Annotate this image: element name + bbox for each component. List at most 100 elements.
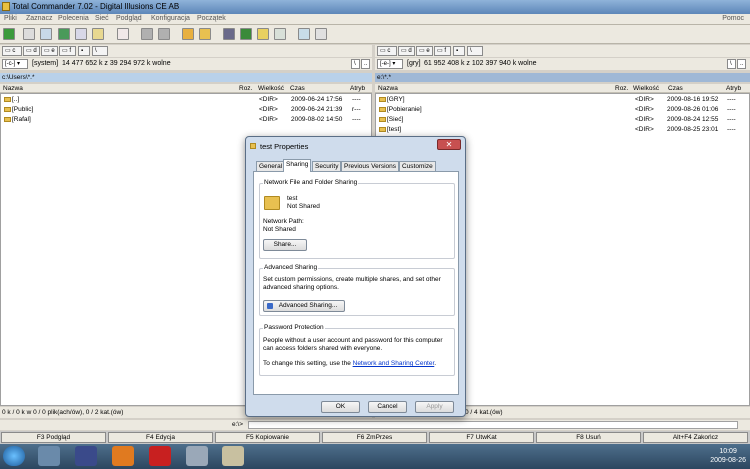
left-root-button[interactable]: \ — [92, 46, 108, 56]
col-attr[interactable]: Atryb — [350, 84, 365, 93]
left-drive-select[interactable]: [-c-] ▾ — [2, 59, 28, 69]
f6-move-button[interactable]: F6 ZmPrzes — [322, 432, 427, 443]
forward-icon[interactable] — [158, 28, 170, 40]
alt-f4-exit-button[interactable]: Alt+F4 Zakończ — [643, 432, 748, 443]
f7-mkdir-button[interactable]: F7 UtwKat — [429, 432, 534, 443]
unpack-icon[interactable] — [199, 28, 211, 40]
tab-previous-versions[interactable]: Previous Versions — [341, 161, 400, 171]
save-icon[interactable] — [75, 446, 97, 466]
thumbnails-icon[interactable] — [58, 28, 70, 40]
f3-view-button[interactable]: F3 Podgląd — [1, 432, 106, 443]
col-name-right[interactable]: Nazwa — [378, 84, 398, 93]
properties-dialog: test Properties ✕ General Sharing Securi… — [245, 136, 466, 417]
refresh-icon[interactable] — [3, 28, 15, 40]
advanced-sharing-description: Set custom permissions, create multiple … — [263, 276, 441, 291]
menu-pliki[interactable]: Pliki — [4, 15, 17, 22]
command-input[interactable] — [248, 421, 738, 429]
network-icon[interactable] — [315, 28, 327, 40]
col-size[interactable]: Wielkość — [258, 84, 284, 93]
f4-edit-button[interactable]: F4 Edycja — [108, 432, 213, 443]
find-icon[interactable] — [223, 28, 235, 40]
tab-security[interactable]: Security — [312, 161, 342, 171]
search-icon[interactable] — [298, 28, 310, 40]
command-line[interactable]: e:\> — [0, 420, 750, 430]
right-root-icon[interactable]: \ — [727, 59, 736, 69]
firefox-icon[interactable] — [112, 446, 134, 466]
close-button[interactable]: ✕ — [437, 139, 461, 150]
drive-button-f-right[interactable]: ▭ f — [434, 46, 451, 56]
left-up-icon[interactable]: .. — [361, 59, 370, 69]
col-ext-right[interactable]: Roz. — [615, 84, 628, 93]
right-drive-select[interactable]: [-e-] ▾ — [377, 59, 403, 69]
view3-icon[interactable] — [92, 28, 104, 40]
menu-podglad[interactable]: Podgląd — [116, 15, 142, 22]
left-free-space: 14 477 652 k z 39 294 972 k wolne — [62, 60, 171, 67]
tab-customize[interactable]: Customize — [399, 161, 436, 171]
right-root-button[interactable]: \ — [467, 46, 483, 56]
left-volume-label: [system] — [32, 60, 59, 67]
drive-button-e-right[interactable]: ▭ e — [416, 46, 433, 56]
advanced-sharing-button[interactable]: Advanced Sharing... — [263, 300, 345, 312]
drive-button-f[interactable]: ▭ f — [59, 46, 76, 56]
apply-button[interactable]: Apply — [415, 401, 454, 413]
table-row[interactable]: [..] <DIR> 2009-06-24 17:56 ---- — [1, 95, 371, 105]
start-button[interactable] — [3, 446, 25, 466]
right-up-icon[interactable]: .. — [737, 59, 746, 69]
view2-icon[interactable] — [75, 28, 87, 40]
col-date[interactable]: Czas — [290, 84, 305, 93]
table-row[interactable]: [GRY] <DIR> 2009-08-16 19:52 ---- — [376, 95, 749, 105]
col-date-right[interactable]: Czas — [668, 84, 683, 93]
drive-button-d[interactable]: ▭ d — [23, 46, 40, 56]
share-button[interactable]: Share... — [263, 239, 307, 251]
col-name[interactable]: Nazwa — [3, 84, 23, 93]
right-path[interactable]: e:\*.* — [375, 73, 750, 82]
tab-general[interactable]: General — [256, 161, 286, 171]
explorer-icon[interactable] — [38, 446, 60, 466]
network-sharing-center-link[interactable]: Network and Sharing Center — [353, 360, 435, 367]
paint-icon[interactable] — [222, 446, 244, 466]
col-size-right[interactable]: Wielkość — [633, 84, 659, 93]
ok-button[interactable]: OK — [321, 401, 360, 413]
drive-button-e[interactable]: ▭ e — [41, 46, 58, 56]
clock[interactable]: 10:09 2009-08-26 — [710, 447, 746, 465]
f8-delete-button[interactable]: F8 Usuń — [536, 432, 641, 443]
sync-icon[interactable] — [257, 28, 269, 40]
tree-icon[interactable] — [40, 28, 52, 40]
col-ext[interactable]: Roz. — [239, 84, 252, 93]
notepad-icon[interactable] — [274, 28, 286, 40]
table-row[interactable]: [Rafal] <DIR> 2009-08-02 14:50 ---- — [1, 115, 371, 125]
f5-copy-button[interactable]: F5 Kopiowanie — [215, 432, 320, 443]
ftp-icon[interactable] — [240, 28, 252, 40]
drive-button-c[interactable]: ▭ c — [2, 46, 22, 56]
menu-siec[interactable]: Sieć — [95, 15, 109, 22]
back-icon[interactable] — [141, 28, 153, 40]
left-root-icon[interactable]: \ — [351, 59, 360, 69]
menu-pomoc[interactable]: Pomoc — [722, 15, 744, 22]
left-drive-bar: ▭ c ▭ d ▭ e ▭ f ▪ \ — [0, 45, 372, 57]
pack-icon[interactable] — [182, 28, 194, 40]
menu-poczatek[interactable]: Początek — [197, 15, 226, 22]
menu-zaznacz[interactable]: Zaznacz — [26, 15, 52, 22]
menu-konfiguracja[interactable]: Konfiguracja — [151, 15, 190, 22]
menu-polecenia[interactable]: Polecenia — [58, 15, 89, 22]
view-icon[interactable] — [23, 28, 35, 40]
drive-button-d-right[interactable]: ▭ d — [398, 46, 415, 56]
network-path-label: Network Path: — [263, 218, 304, 225]
opera-icon[interactable] — [149, 446, 171, 466]
function-key-bar: F3 Podgląd F4 Edycja F5 Kopiowanie F6 Zm… — [0, 431, 750, 444]
right-network-icon[interactable]: ▪ — [453, 46, 465, 56]
left-path[interactable]: c:\Users\*.* — [0, 73, 372, 82]
drive-button-c-right[interactable]: ▭ c — [377, 46, 397, 56]
table-row[interactable]: [Sieć] <DIR> 2009-08-24 12:55 ---- — [376, 115, 749, 125]
tab-sharing[interactable]: Sharing — [283, 159, 312, 172]
left-network-icon[interactable]: ▪ — [78, 46, 90, 56]
sharing-tab-panel: Network File and Folder Sharing test Not… — [253, 171, 459, 395]
left-panel-info: [-c-] ▾ [system] 14 477 652 k z 39 294 9… — [0, 58, 372, 70]
star-icon[interactable] — [117, 28, 129, 40]
table-row[interactable]: [Public] <DIR> 2009-06-24 21:39 r--- — [1, 105, 371, 115]
table-row[interactable]: [Pobieranie] <DIR> 2009-08-26 01:06 ---- — [376, 105, 749, 115]
table-row[interactable]: [test] <DIR> 2009-08-25 23:01 ---- — [376, 125, 749, 135]
col-attr-right[interactable]: Atryb — [726, 84, 741, 93]
cancel-button[interactable]: Cancel — [368, 401, 407, 413]
drive-icon[interactable] — [186, 446, 208, 466]
